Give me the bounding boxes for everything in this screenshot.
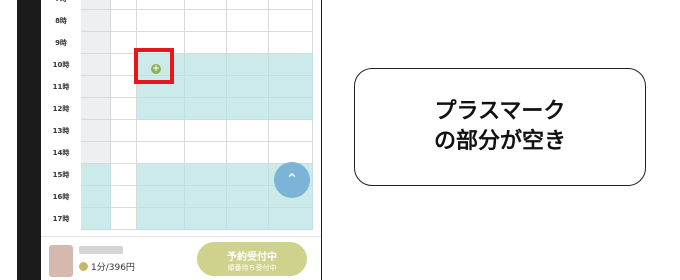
hour-label: 13時 [52, 127, 70, 135]
unavailable-slot [269, 142, 313, 164]
unavailable-slot [81, 76, 111, 98]
available-slot[interactable] [227, 164, 269, 186]
schedule-row: 16時 [41, 186, 313, 208]
unavailable-slot [81, 54, 111, 76]
schedule-row: 14時 [41, 142, 313, 164]
unavailable-slot [111, 208, 137, 230]
unavailable-slot [137, 142, 185, 164]
hour-label: 14時 [52, 149, 70, 157]
available-slot[interactable] [227, 98, 269, 120]
available-slot[interactable] [81, 208, 111, 230]
reserve-label: 予約受付中 [227, 252, 277, 263]
unavailable-slot [185, 142, 227, 164]
hour-label: 8時 [55, 17, 67, 25]
available-slot[interactable] [185, 208, 227, 230]
unavailable-slot [111, 0, 137, 10]
available-slot[interactable] [137, 208, 185, 230]
hour-label: 11時 [52, 83, 70, 91]
phone-screen: 7時8時9時10時11時12時13時14時15時16時17時 + ⌃ 1分/39… [41, 0, 321, 280]
unavailable-slot [81, 0, 111, 10]
scroll-up-button[interactable]: ⌃ [274, 162, 310, 198]
unavailable-slot [269, 0, 313, 10]
available-slot[interactable] [227, 186, 269, 208]
unavailable-slot [137, 120, 185, 142]
available-slot[interactable] [185, 98, 227, 120]
unavailable-slot [227, 0, 269, 10]
unavailable-slot [227, 142, 269, 164]
available-slot[interactable] [137, 164, 185, 186]
available-slot[interactable] [81, 164, 111, 186]
reserve-sub-label: 順番待ち受付中 [227, 264, 277, 272]
available-slot[interactable] [137, 186, 185, 208]
callout-line-2: の部分が空き [433, 129, 566, 154]
available-slot[interactable] [81, 186, 111, 208]
unavailable-slot [227, 120, 269, 142]
callout-line-1: プラスマーク [434, 99, 566, 124]
hour-label: 17時 [52, 215, 70, 223]
unavailable-slot [81, 142, 111, 164]
unavailable-slot [81, 120, 111, 142]
available-slot[interactable] [185, 76, 227, 98]
available-slot[interactable] [227, 208, 269, 230]
hour-label: 12時 [52, 105, 70, 113]
phone-icon [79, 262, 88, 271]
available-slot[interactable] [185, 164, 227, 186]
schedule-grid: 7時 8時 9時 10時 11時 12時 13時 14時 15時 16時 17時 [41, 0, 313, 236]
price-text: 1分/396円 [91, 263, 135, 273]
available-slot[interactable] [185, 186, 227, 208]
available-slot[interactable] [269, 54, 313, 76]
unavailable-slot [185, 120, 227, 142]
available-slot[interactable] [269, 98, 313, 120]
schedule-row: 10時 [41, 54, 313, 76]
unavailable-slot [111, 186, 137, 208]
hour-label: 16時 [52, 193, 70, 201]
blurred-name [79, 246, 123, 254]
schedule-row: 12時 [41, 98, 313, 120]
available-slot[interactable] [269, 76, 313, 98]
callout-box: プラスマーク の部分が空き [354, 68, 646, 186]
unavailable-slot [111, 120, 137, 142]
unavailable-slot [269, 32, 313, 54]
highlight-box [134, 48, 174, 84]
unavailable-slot [81, 10, 111, 32]
unavailable-slot [269, 10, 313, 32]
schedule-row: 15時 [41, 164, 313, 186]
unavailable-slot [81, 98, 111, 120]
avatar[interactable] [49, 245, 73, 277]
unavailable-slot [137, 10, 185, 32]
unavailable-slot [111, 10, 137, 32]
hour-label: 9時 [55, 39, 67, 47]
schedule-row: 8時 [41, 10, 313, 32]
available-slot[interactable] [227, 54, 269, 76]
schedule-row: 9時 [41, 32, 313, 54]
unavailable-slot [111, 142, 137, 164]
schedule-row: 13時 [41, 120, 313, 142]
unavailable-slot [111, 164, 137, 186]
hour-label: 7時 [41, 0, 81, 10]
hour-label: 15時 [52, 171, 70, 179]
unavailable-slot [185, 0, 227, 10]
available-slot[interactable] [227, 76, 269, 98]
unavailable-slot [185, 32, 227, 54]
unavailable-slot [81, 32, 111, 54]
unavailable-slot [185, 10, 227, 32]
available-slot[interactable] [137, 98, 185, 120]
footer-bar: 1分/396円 予約受付中 順番待ち受付中 [41, 236, 321, 280]
unavailable-slot [227, 10, 269, 32]
schedule-row: 7時 [41, 0, 313, 10]
available-slot[interactable] [185, 54, 227, 76]
available-slot[interactable] [269, 208, 313, 230]
schedule-row: 17時 [41, 208, 313, 230]
unavailable-slot [269, 120, 313, 142]
hour-label: 10時 [52, 61, 70, 69]
unavailable-slot [111, 98, 137, 120]
unavailable-slot [137, 0, 185, 10]
unavailable-slot [227, 32, 269, 54]
schedule-row: 11時 [41, 76, 313, 98]
reserve-button[interactable]: 予約受付中 順番待ち受付中 [197, 242, 307, 276]
